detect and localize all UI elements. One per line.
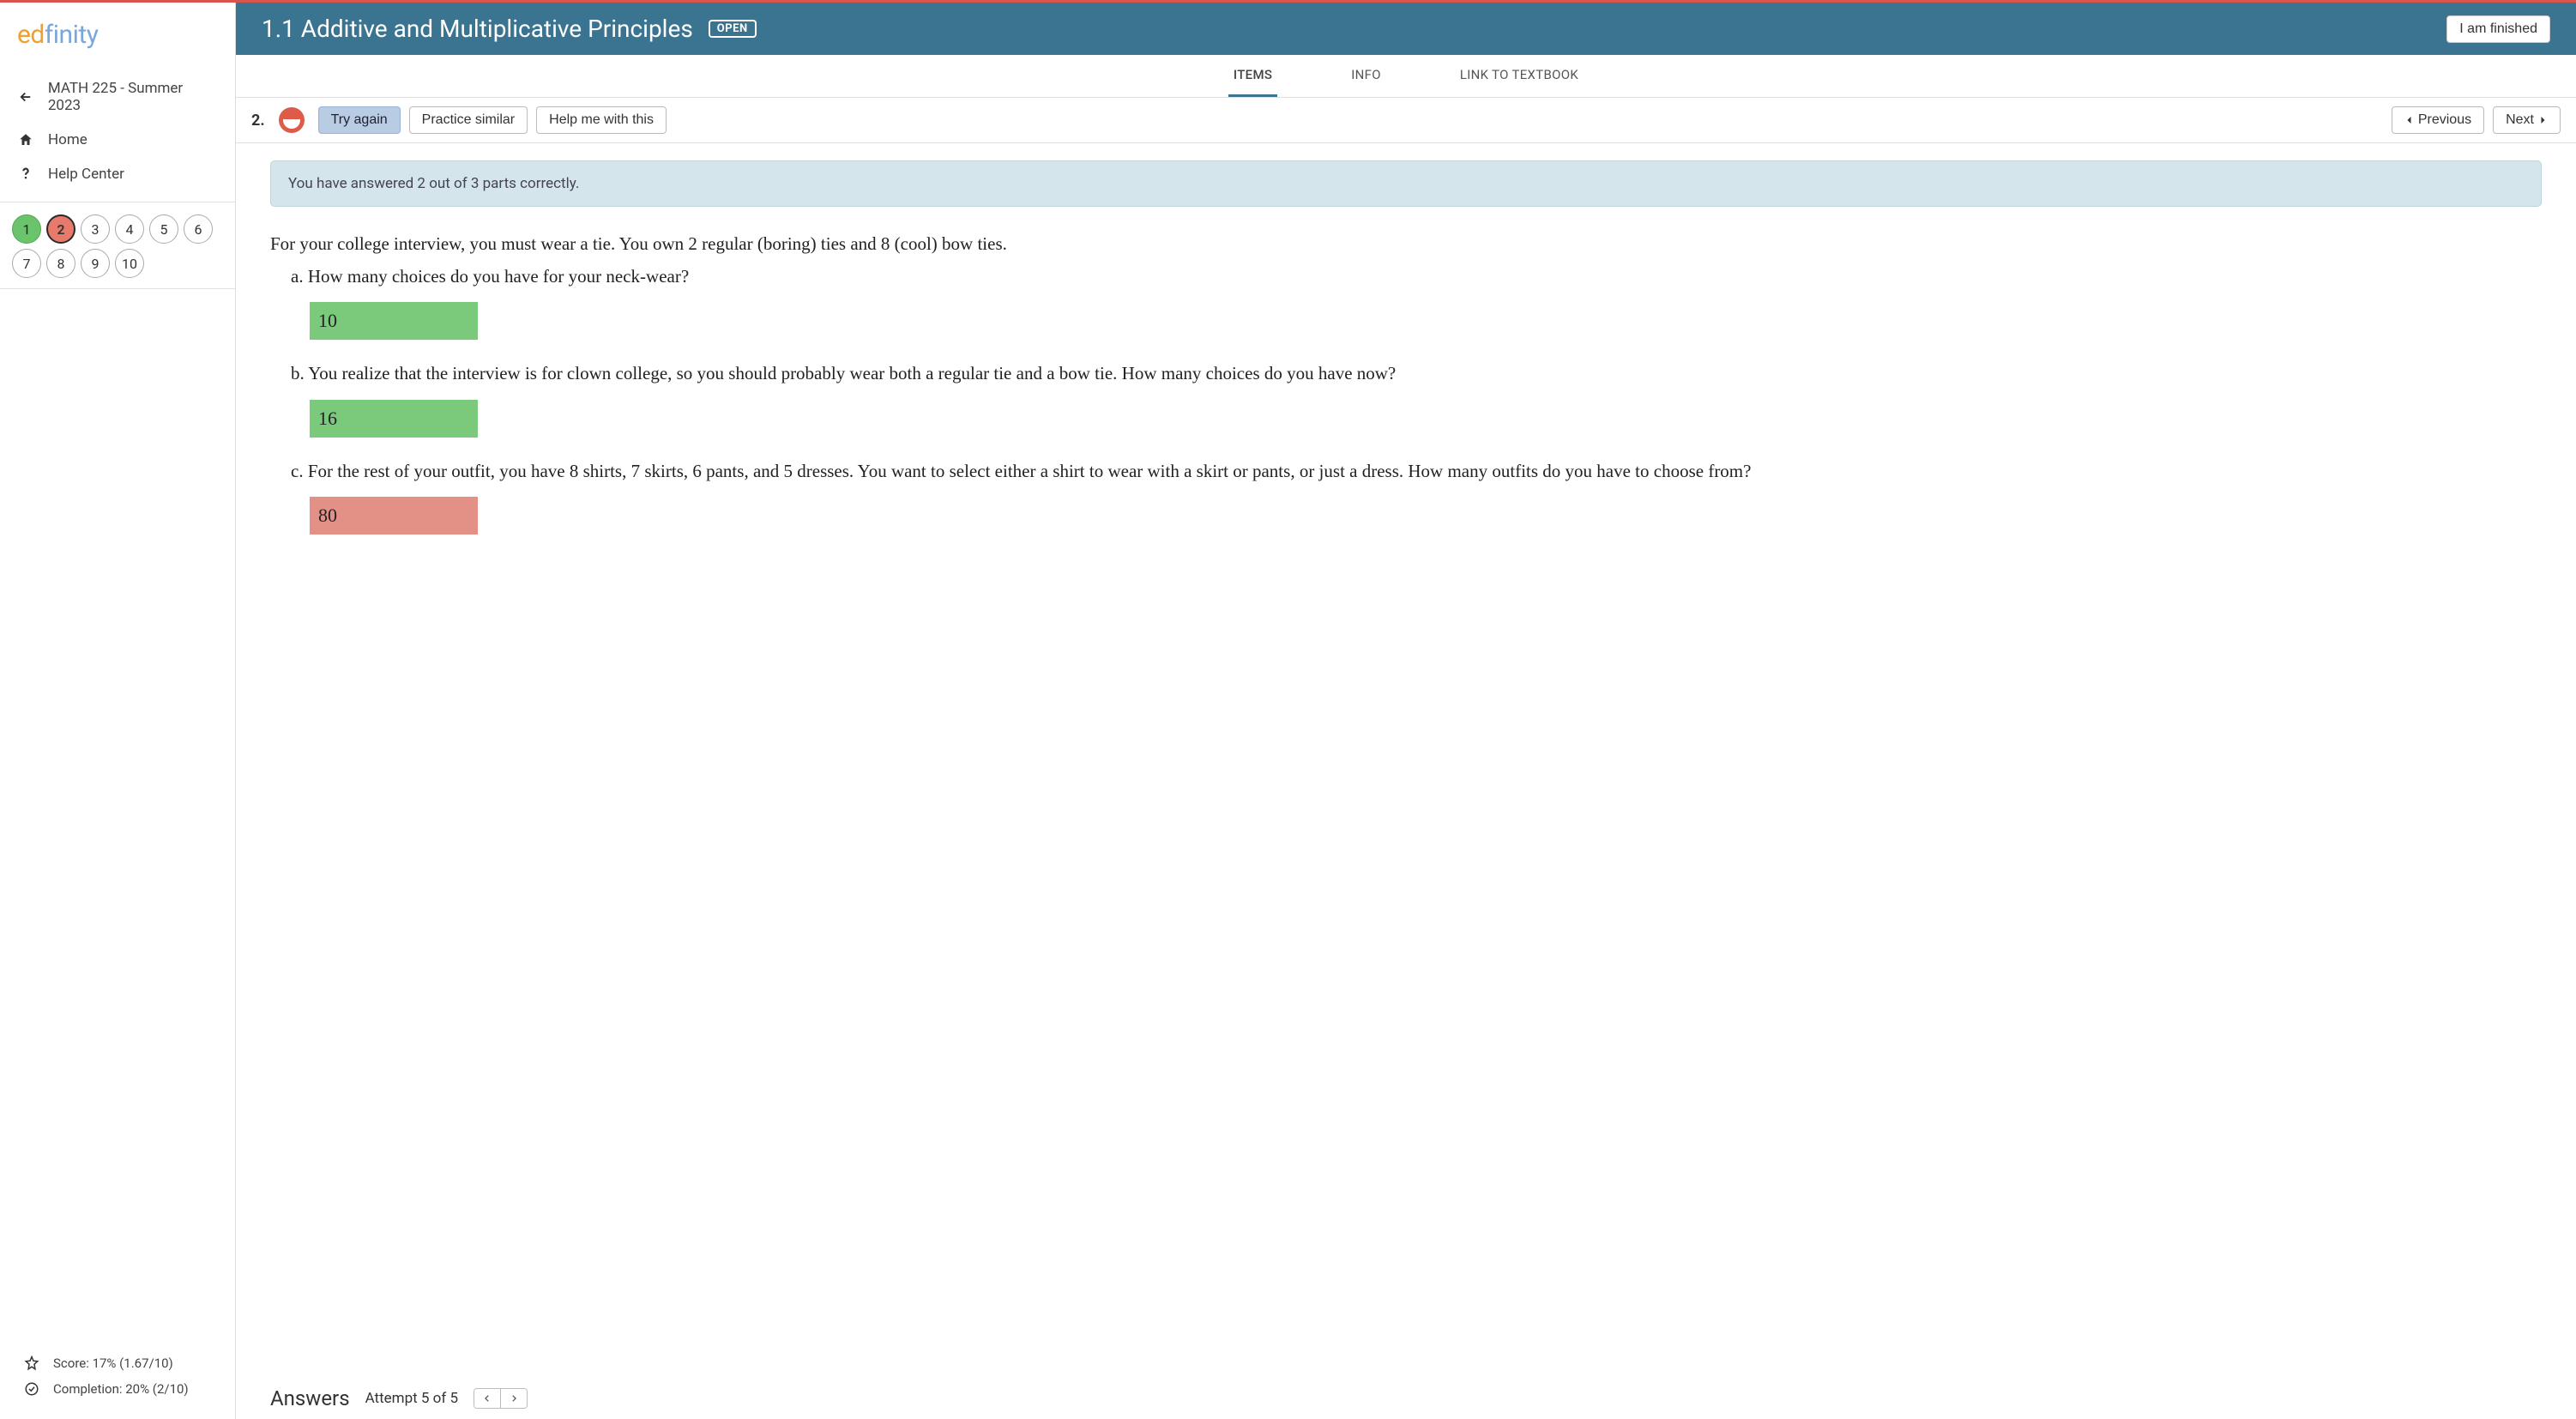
question-nav-9[interactable]: 9 [81,249,110,278]
chevron-left-icon [2404,114,2415,126]
part-label: b. [291,363,308,383]
nav-course-label: MATH 225 - Summer 2023 [48,80,218,114]
feedback-alert: You have answered 2 out of 3 parts corre… [270,160,2542,207]
sidebar-footer: Score: 17% (1.67/10) Completion: 20% (2/… [0,1337,235,1419]
part-label: c. [291,461,308,481]
part-text: For the rest of your outfit, you have 8 … [308,461,1752,481]
star-icon [24,1356,39,1371]
question-nav-4[interactable]: 4 [115,214,144,244]
answers-title: Answers [270,1386,350,1410]
main-area: 1.1 Additive and Multiplicative Principl… [236,3,2576,1419]
logo[interactable]: edfinity [0,3,235,71]
question-icon [17,166,34,182]
help-me-button[interactable]: Help me with this [536,106,667,134]
nav-course-back[interactable]: MATH 225 - Summer 2023 [0,71,235,123]
question-nav-7[interactable]: 7 [12,249,41,278]
logo-part2: finity [45,20,99,50]
sidebar: edfinity MATH 225 - Summer 2023 Home Hel… [0,3,236,1419]
nav-home[interactable]: Home [0,123,235,157]
part-label: a. [291,266,308,287]
question-nav-2[interactable]: 2 [46,214,75,244]
answers-bar: Answers Attempt 5 of 5 [236,1381,2576,1419]
question-nav-1[interactable]: 1 [12,214,41,244]
nav-help-label: Help Center [48,166,124,183]
attempt-text: Attempt 5 of 5 [365,1390,458,1407]
nav-home-label: Home [48,131,87,148]
nav-help-center[interactable]: Help Center [0,157,235,191]
arrow-left-icon [17,89,34,105]
try-again-button[interactable]: Try again [318,106,401,134]
tab-link-textbook[interactable]: LINK TO TEXTBOOK [1455,55,1584,97]
next-button[interactable]: Next [2493,106,2561,134]
question-toolbar: 2. Try again Practice similar Help me wi… [236,98,2576,143]
question-nav-10[interactable]: 10 [115,249,144,278]
content-area: You have answered 2 out of 3 parts corre… [236,143,2576,1381]
attempt-next-button[interactable] [501,1389,527,1408]
question-body: For your college interview, you must wea… [270,231,2542,534]
attempt-prev-button[interactable] [474,1389,501,1408]
answer-input-a[interactable] [310,302,478,340]
page-header: 1.1 Additive and Multiplicative Principl… [236,3,2576,55]
attempt-nav [474,1388,528,1409]
tab-info[interactable]: INFO [1346,55,1386,97]
question-nav-3[interactable]: 3 [81,214,110,244]
logo-part1: ed [17,20,45,50]
question-number: 2. [251,112,265,130]
previous-button[interactable]: Previous [2392,106,2484,134]
part-text: How many choices do you have for your ne… [308,266,689,287]
tab-items[interactable]: ITEMS [1228,55,1277,97]
sidebar-divider-2 [0,288,235,289]
question-nav-8[interactable]: 8 [46,249,75,278]
home-icon [17,132,34,148]
finished-button[interactable]: I am finished [2446,15,2550,43]
answer-input-b[interactable] [310,400,478,438]
part-text: You realize that the interview is for cl… [308,363,1396,383]
chevron-right-icon [2537,114,2548,126]
question-nav-5[interactable]: 5 [149,214,178,244]
completion-text: Completion: 20% (2/10) [53,1381,189,1397]
status-sad-icon [279,107,305,133]
check-circle-icon [24,1381,39,1397]
question-grid: 123456 78910 [0,214,235,278]
answer-input-c[interactable] [310,497,478,534]
tabs: ITEMS INFO LINK TO TEXTBOOK [236,55,2576,98]
next-label: Next [2506,112,2534,128]
practice-similar-button[interactable]: Practice similar [409,106,528,134]
question-part: a. How many choices do you have for your… [291,263,2542,341]
question-part: b. You realize that the interview is for… [291,360,2542,438]
question-part: c. For the rest of your outfit, you have… [291,458,2542,535]
previous-label: Previous [2418,112,2471,128]
question-nav-6[interactable]: 6 [184,214,213,244]
score-text: Score: 17% (1.67/10) [53,1356,173,1371]
question-intro: For your college interview, you must wea… [270,231,2542,258]
open-badge: OPEN [709,20,757,38]
page-title: 1.1 Additive and Multiplicative Principl… [262,15,693,43]
